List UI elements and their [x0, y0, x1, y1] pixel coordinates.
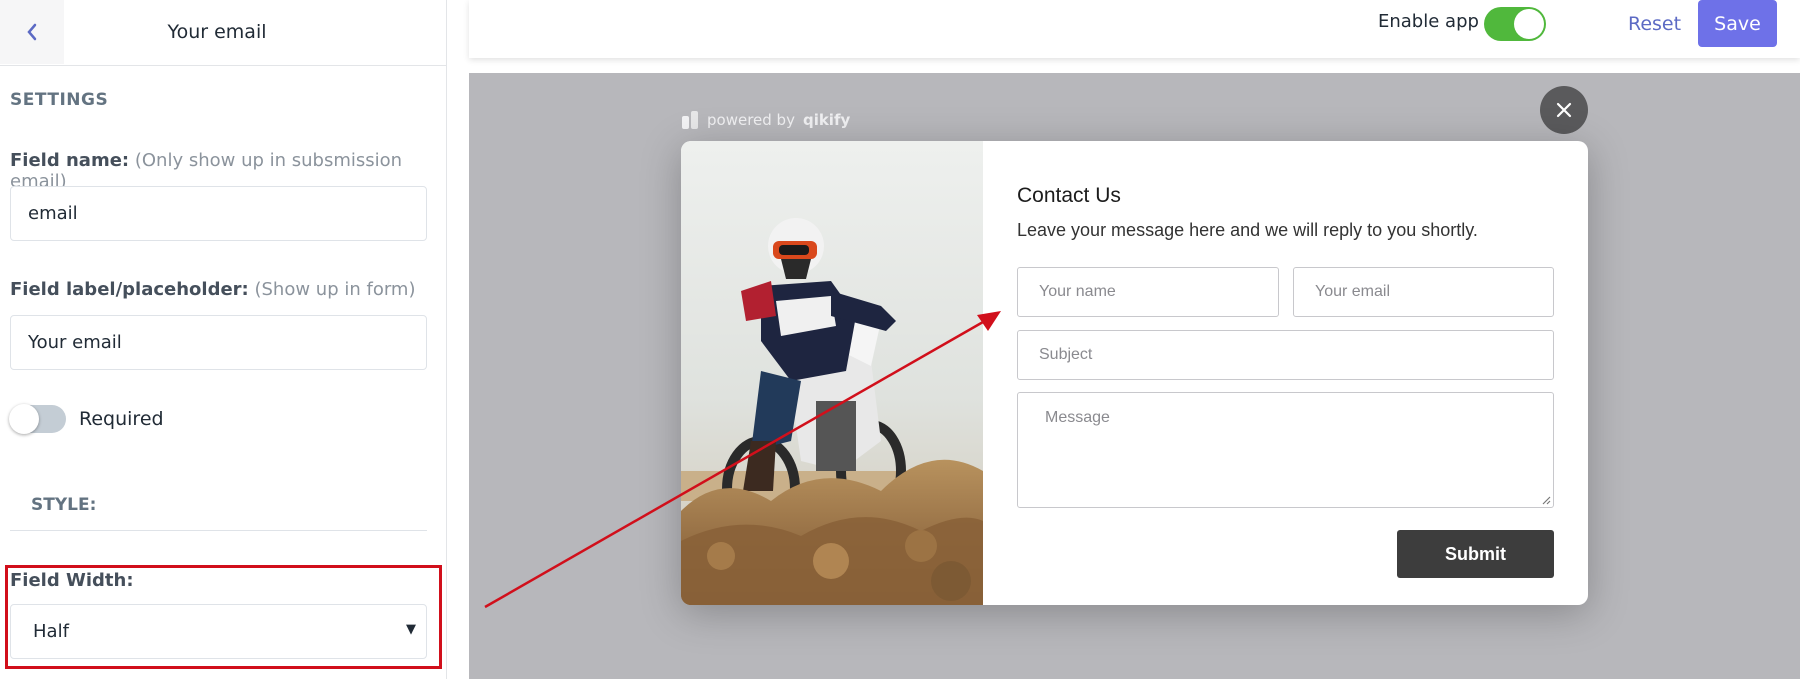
divider	[0, 65, 446, 66]
back-button[interactable]	[0, 0, 64, 64]
contact-popup: Contact Us Leave your message here and w…	[681, 141, 1588, 605]
divider	[10, 530, 427, 531]
powered-prefix: powered by	[707, 111, 795, 129]
chevron-left-icon	[27, 23, 37, 41]
field-width-label: Field Width:	[10, 570, 134, 591]
required-toggle[interactable]	[9, 404, 66, 434]
toggle-knob	[1514, 9, 1544, 39]
app-root: Your email SETTINGS Field name: (Only sh…	[0, 0, 1800, 679]
close-button[interactable]	[1540, 86, 1588, 134]
top-bar	[469, 0, 1800, 58]
field-label-label: Field label/placeholder: (Show up in for…	[10, 279, 415, 300]
settings-heading: SETTINGS	[10, 90, 109, 110]
resize-grip-icon[interactable]	[1541, 495, 1551, 505]
toggle-knob	[9, 404, 39, 434]
field-width-select[interactable]: Half ▼	[10, 604, 427, 659]
powered-by[interactable]: powered by qikify	[681, 110, 850, 130]
contact-subtitle: Leave your message here and we will repl…	[1017, 220, 1478, 240]
style-heading: STYLE:	[31, 495, 97, 515]
field-name-label-text: Field name:	[10, 150, 130, 171]
required-label: Required	[79, 408, 164, 430]
subject-input[interactable]: Subject	[1017, 330, 1554, 380]
motocross-image	[681, 141, 983, 605]
enable-app-toggle[interactable]	[1484, 7, 1546, 41]
field-label-label-text: Field label/placeholder:	[10, 279, 249, 300]
settings-panel: Your email SETTINGS Field name: (Only sh…	[0, 0, 447, 679]
field-label-input[interactable]: Your email	[10, 315, 427, 370]
field-label-hint: (Show up in form)	[254, 279, 416, 300]
message-placeholder: Message	[1045, 409, 1110, 426]
message-textarea[interactable]: Message	[1017, 392, 1554, 508]
reset-button[interactable]: Reset	[1628, 13, 1681, 35]
enable-app-label: Enable app	[1378, 11, 1479, 32]
name-input[interactable]: Your name	[1017, 267, 1279, 317]
field-name-input[interactable]: email	[10, 186, 427, 241]
submit-button[interactable]: Submit	[1397, 530, 1554, 578]
dropdown-caret-icon: ▼	[406, 622, 416, 637]
email-input[interactable]: Your email	[1293, 267, 1554, 317]
qikify-logo-icon	[682, 111, 698, 129]
powered-brand: qikify	[802, 111, 851, 129]
save-button[interactable]: Save	[1698, 0, 1777, 47]
close-icon	[1556, 102, 1572, 118]
field-width-value: Half	[33, 621, 69, 642]
contact-title: Contact Us	[1017, 184, 1121, 207]
panel-title: Your email	[167, 21, 267, 43]
